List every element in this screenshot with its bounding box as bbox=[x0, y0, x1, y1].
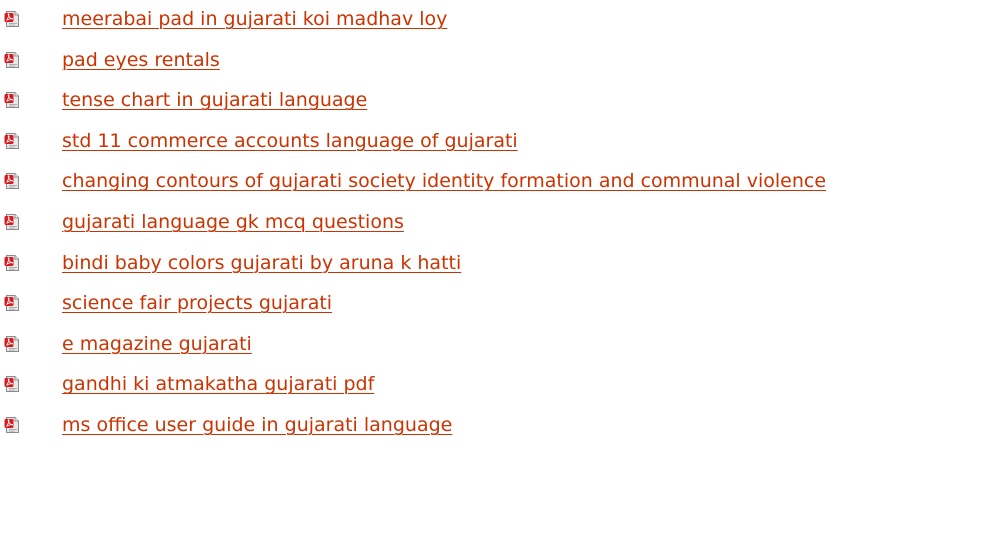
pdf-file-icon bbox=[4, 92, 20, 109]
pdf-file-icon bbox=[4, 214, 20, 230]
pdf-file-icon bbox=[4, 173, 20, 190]
pdf-link[interactable]: changing contours of gujarati society id… bbox=[62, 169, 826, 193]
pdf-file-icon bbox=[4, 254, 20, 271]
pdf-link[interactable]: bindi baby colors gujarati by aruna k ha… bbox=[62, 251, 461, 275]
pdf-link[interactable]: gujarati language gk mcq questions bbox=[62, 210, 404, 234]
pdf-link[interactable]: pad eyes rentals bbox=[62, 48, 220, 72]
pdf-link[interactable]: meerabai pad in gujarati koi madhav loy bbox=[62, 7, 447, 31]
pdf-link[interactable]: std 11 commerce accounts language of guj… bbox=[62, 129, 518, 153]
pdf-file-icon bbox=[4, 11, 20, 27]
pdf-link[interactable]: science fair projects gujarati bbox=[62, 291, 332, 315]
pdf-link[interactable]: gandhi ki atmakatha gujarati pdf bbox=[62, 372, 374, 396]
pdf-file-icon bbox=[4, 417, 20, 433]
pdf-file-icon bbox=[4, 132, 20, 149]
pdf-link[interactable]: e magazine gujarati bbox=[62, 332, 252, 356]
pdf-file-icon bbox=[4, 376, 20, 393]
pdf-file-icon bbox=[4, 335, 20, 352]
pdf-link[interactable]: ms office user guide in gujarati languag… bbox=[62, 413, 452, 437]
pdf-file-icon bbox=[4, 295, 20, 312]
pdf-link[interactable]: tense chart in gujarati language bbox=[62, 88, 367, 112]
pdf-file-icon bbox=[4, 51, 20, 68]
